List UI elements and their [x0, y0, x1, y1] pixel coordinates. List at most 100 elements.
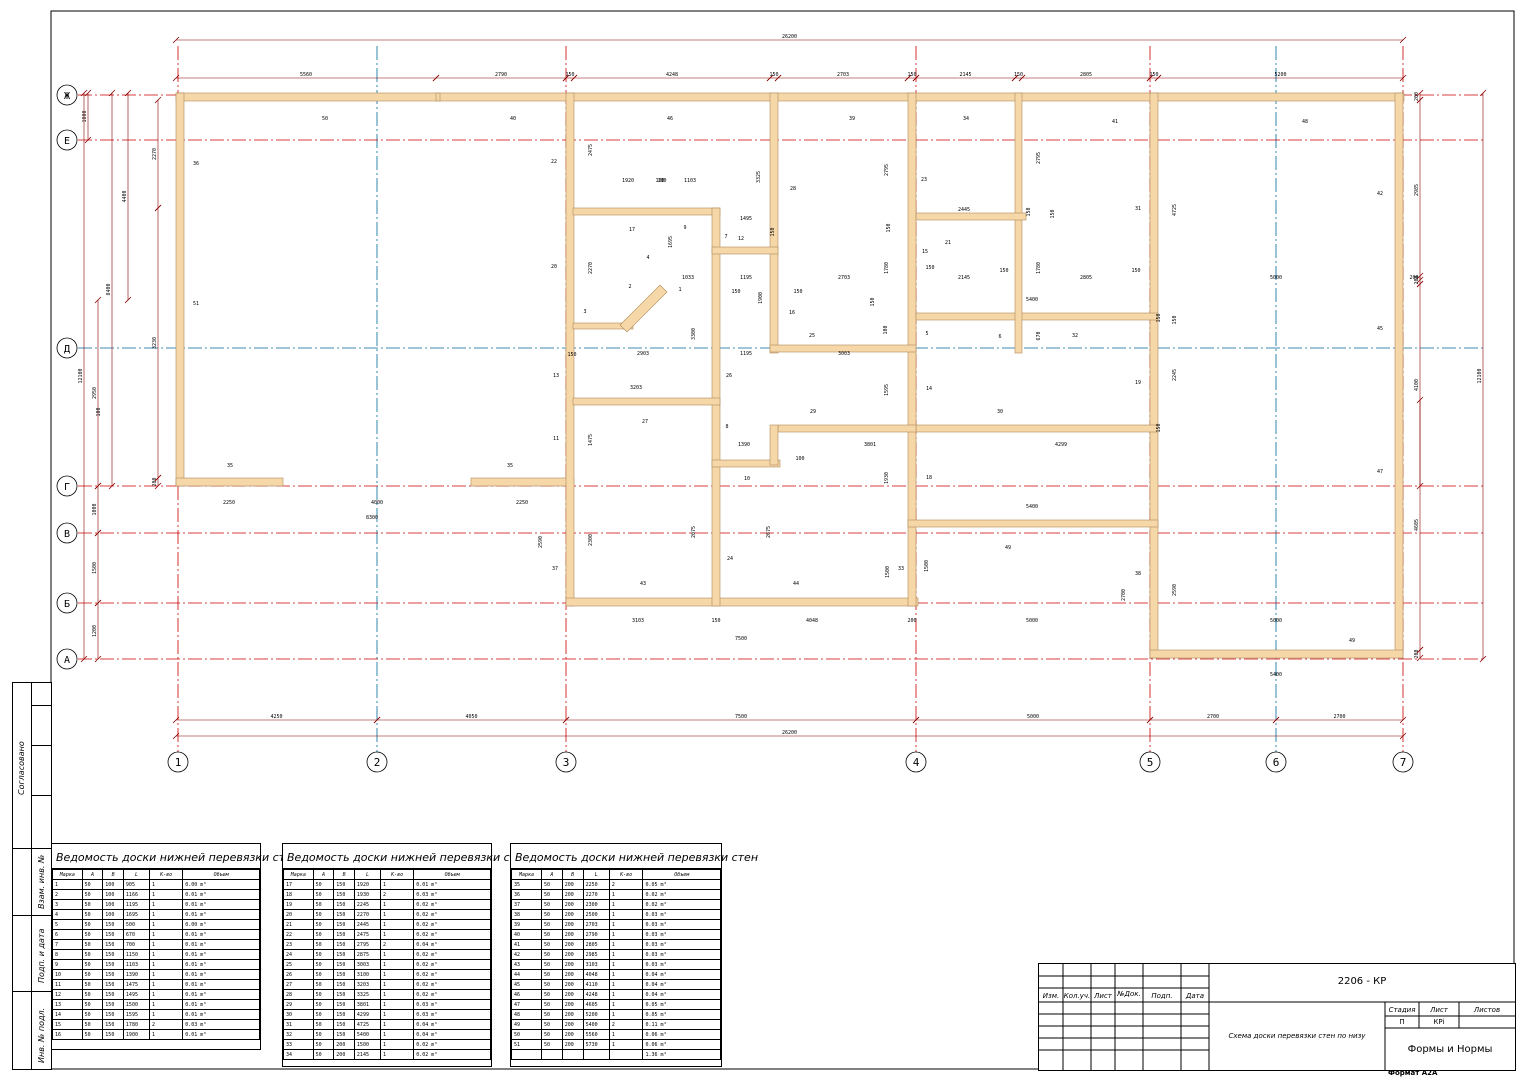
axis-label: 7	[1400, 756, 1407, 769]
schedule-row: 34 50 200 2145 1 0.02 m³	[283, 1049, 491, 1060]
schedule-row: 41 50 200 2805 1 0.03 m³	[511, 939, 721, 950]
stage-label: Стадия	[1388, 1006, 1416, 1014]
wall-board	[1394, 92, 1404, 659]
schedule-cell: 0.01 m³	[182, 1009, 260, 1020]
dimension-value: 2270	[588, 262, 594, 274]
schedule-cell: 200	[561, 909, 584, 920]
schedule-row: 15 50 150 1780 2 0.03 m³	[52, 1019, 260, 1030]
schedule-row: 39 50 200 2703 1 0.03 m³	[511, 919, 721, 930]
labels-layer: 50 40 46 39 34 41 483651222028233142177 1221159…	[193, 116, 1383, 644]
schedule-row: 3 50 100 1195 1 0.01 m³	[52, 899, 260, 910]
schedule-cell: 2985	[582, 949, 610, 960]
schedule-cell: 36	[511, 889, 542, 900]
wall-board	[435, 92, 441, 102]
wall-board	[1149, 649, 1404, 659]
schedule-cell: 28	[283, 989, 314, 1000]
dimension-value: 4299	[1055, 442, 1067, 448]
wall-mark: 14	[926, 386, 932, 392]
schedule-cell: 50	[81, 1019, 104, 1030]
schedule-cell: 670	[122, 929, 150, 940]
schedule-cell: 50	[540, 1029, 563, 1040]
schedule-cell: 23	[283, 939, 314, 950]
schedule-row: 26 50 150 3100 1 0.02 m³	[283, 969, 491, 980]
wall-mark: 11	[553, 436, 559, 442]
schedule-row: 37 50 200 2300 1 0.02 m³	[511, 899, 721, 910]
schedule-cell: 33	[283, 1039, 314, 1050]
schedule-cell: 4048	[582, 969, 610, 980]
schedule-row: 31 50 150 4725 1 0.04 m³	[283, 1019, 491, 1030]
col-doc: №Док.	[1117, 990, 1141, 998]
schedule-cell: 50	[312, 919, 335, 930]
schedule-cell: 40	[511, 929, 542, 940]
schedule-cell: 50	[540, 969, 563, 980]
schedule-cell: 1	[148, 929, 184, 940]
schedule-cell: 38	[511, 909, 542, 920]
schedule-cell: 50	[540, 959, 563, 970]
schedule-cell: 50	[540, 889, 563, 900]
dimension-value: 150	[770, 227, 776, 236]
project-code: 2206 - КР	[1337, 976, 1387, 987]
dimension-value: 150	[1172, 315, 1178, 324]
schedule-cell: 2445	[353, 919, 381, 930]
wall-board	[1014, 92, 1023, 354]
schedule-row: 10 50 150 1390 1 0.01 m³	[52, 969, 260, 980]
schedule-cell: 1	[379, 899, 415, 910]
dimension-value: 1103	[684, 178, 696, 184]
schedule-cell: 150	[333, 899, 355, 910]
dimension-value: 2985	[1414, 184, 1420, 196]
dimension-value: 150	[769, 72, 778, 78]
dimension-value: 2250	[223, 500, 235, 506]
schedule-cell: 1	[148, 909, 184, 920]
axis-label: 2	[374, 756, 381, 769]
schedule-cell: 50	[312, 1009, 335, 1020]
dimension-value: 100	[657, 178, 666, 184]
schedule-header-cell: Марка	[52, 869, 83, 880]
schedule-cell: 0.02 m³	[413, 1049, 491, 1060]
wall-board	[565, 597, 919, 607]
dimension-value: 150	[731, 289, 740, 295]
dimension-value: 1695	[668, 236, 674, 248]
schedule-cell: 500	[122, 919, 150, 930]
schedule-cell: 200	[561, 879, 584, 890]
dimension-value: 150	[1014, 72, 1023, 78]
schedule-cell: 1930	[353, 889, 381, 900]
schedule-cell: 50	[81, 969, 104, 980]
schedule-cell: 1780	[122, 1019, 150, 1030]
schedule-cell: 30	[283, 1009, 314, 1020]
schedule-cell: 50	[81, 899, 104, 910]
schedule-cell: 200	[561, 969, 584, 980]
schedule-cell: 200	[561, 899, 584, 910]
dimension-value: 3300	[691, 328, 697, 340]
dimension-value: 2805	[1080, 275, 1092, 281]
schedule-cell: 150	[333, 979, 355, 990]
wall-mark: 35	[227, 463, 233, 469]
wall-mark: 16	[789, 310, 795, 316]
schedule-header-cell: L	[582, 869, 610, 880]
schedule-cell: 50	[540, 909, 563, 920]
schedule-row: 38 50 200 2500 1 0.03 m³	[511, 909, 721, 920]
schedule-cell: 0.01 m³	[413, 879, 491, 890]
schedule-cell: 1	[379, 1009, 415, 1020]
wall-mark: 15	[922, 249, 928, 255]
title-block: Изм. Кол.уч. Лист №Док. Подп. Дата 2206 …	[1038, 963, 1516, 1071]
schedule-cell: 0.11 m³	[642, 1019, 721, 1030]
schedule-cell: 0.02 m³	[413, 979, 491, 990]
schedule-cell: 1	[379, 1029, 415, 1040]
schedule-cell	[608, 1049, 644, 1060]
dimension-value: 5000	[1026, 618, 1038, 624]
schedule-cell: 1	[379, 979, 415, 990]
schedule-cell: 150	[102, 969, 124, 980]
schedule-cell: 50	[81, 989, 104, 1000]
wall-mark: 35	[507, 463, 513, 469]
dimension-value: 150	[1050, 209, 1056, 218]
schedule-header-cell: B	[561, 869, 584, 880]
wall-mark: 10	[744, 476, 750, 482]
schedule-cell: 50	[540, 939, 563, 950]
sheet-label: Лист	[1430, 1006, 1448, 1014]
schedule-row: 1.36 m³	[511, 1049, 721, 1060]
dimension-value: 100	[883, 325, 889, 334]
schedule-cell: 0.00 m³	[182, 879, 260, 890]
schedule-title: Ведомость доски нижней перевязки стен	[511, 844, 758, 869]
schedule-cell: 1	[148, 959, 184, 970]
schedule-cell: 0.02 m³	[413, 909, 491, 920]
